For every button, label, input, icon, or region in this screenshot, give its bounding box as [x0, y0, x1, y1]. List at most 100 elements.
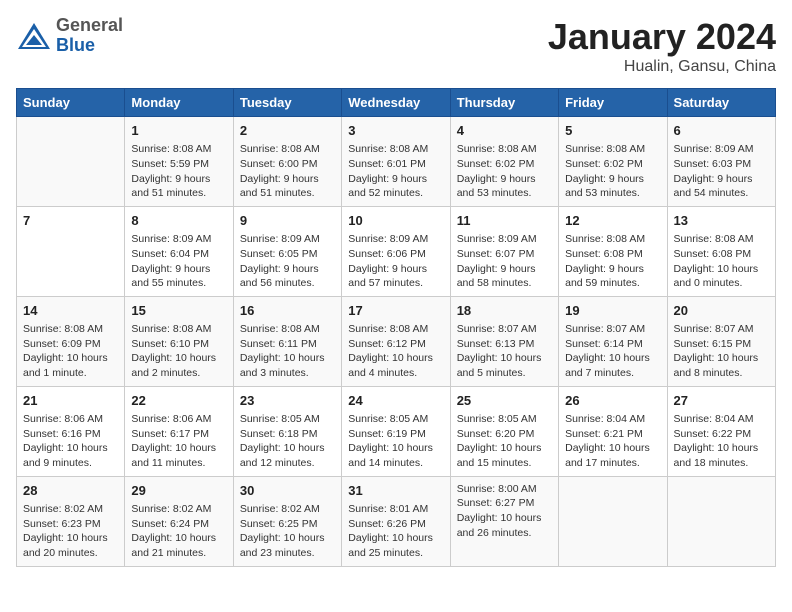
day-number: 21: [23, 392, 118, 410]
day-number: 28: [23, 482, 118, 500]
table-row: Sunrise: 8:00 AMSunset: 6:27 PMDaylight:…: [450, 476, 558, 566]
day-info: Sunrise: 8:00 AMSunset: 6:27 PMDaylight:…: [457, 482, 552, 541]
day-number: 18: [457, 302, 552, 320]
calendar-table: Sunday Monday Tuesday Wednesday Thursday…: [16, 88, 776, 567]
day-number: 17: [348, 302, 443, 320]
month-title: January 2024: [548, 16, 776, 58]
day-info: Sunrise: 8:06 AMSunset: 6:16 PMDaylight:…: [23, 412, 118, 471]
table-row: 9 Sunrise: 8:09 AMSunset: 6:05 PMDaylight…: [233, 206, 341, 296]
col-monday: Monday: [125, 89, 233, 117]
day-number: 31: [348, 482, 443, 500]
day-number: 4: [457, 122, 552, 140]
table-row: 18 Sunrise: 8:07 AMSunset: 6:13 PMDayligh…: [450, 296, 558, 386]
day-number: 13: [674, 212, 769, 230]
day-number: 14: [23, 302, 118, 320]
day-info: Sunrise: 8:07 AMSunset: 6:13 PMDaylight:…: [457, 322, 552, 381]
day-number: 11: [457, 212, 552, 230]
table-row: 26 Sunrise: 8:04 AMSunset: 6:21 PMDayligh…: [559, 386, 667, 476]
day-info: Sunrise: 8:08 AMSunset: 6:02 PMDaylight:…: [565, 142, 660, 201]
location: Hualin, Gansu, China: [548, 58, 776, 76]
table-row: 8 Sunrise: 8:09 AMSunset: 6:04 PMDaylight…: [125, 206, 233, 296]
day-number: 3: [348, 122, 443, 140]
day-number: 16: [240, 302, 335, 320]
day-info: Sunrise: 8:07 AMSunset: 6:15 PMDaylight:…: [674, 322, 769, 381]
day-number: 12: [565, 212, 660, 230]
table-row: 12 Sunrise: 8:08 AMSunset: 6:08 PMDayligh…: [559, 206, 667, 296]
table-row: 15 Sunrise: 8:08 AMSunset: 6:10 PMDayligh…: [125, 296, 233, 386]
day-number: 22: [131, 392, 226, 410]
day-info: Sunrise: 8:06 AMSunset: 6:17 PMDaylight:…: [131, 412, 226, 471]
day-number: 10: [348, 212, 443, 230]
table-row: [667, 476, 775, 566]
day-info: Sunrise: 8:09 AMSunset: 6:05 PMDaylight:…: [240, 232, 335, 291]
logo: General Blue: [16, 16, 123, 56]
day-info: Sunrise: 8:08 AMSunset: 6:08 PMDaylight:…: [565, 232, 660, 291]
table-row: 29Sunrise: 8:02 AMSunset: 6:24 PMDayligh…: [125, 476, 233, 566]
table-row: 17 Sunrise: 8:08 AMSunset: 6:12 PMDayligh…: [342, 296, 450, 386]
day-number: 25: [457, 392, 552, 410]
day-info: Sunrise: 8:08 AMSunset: 6:00 PMDaylight:…: [240, 142, 335, 201]
table-row: 13 Sunrise: 8:08 AMSunset: 6:08 PMDayligh…: [667, 206, 775, 296]
table-row: 14 Sunrise: 8:08 AMSunset: 6:09 PMDayligh…: [17, 296, 125, 386]
day-info: Sunrise: 8:08 AMSunset: 6:02 PMDaylight:…: [457, 142, 552, 201]
day-number: 6: [674, 122, 769, 140]
day-info: Sunrise: 8:08 AMSunset: 6:09 PMDaylight:…: [23, 322, 118, 381]
table-row: 10Sunrise: 8:09 AMSunset: 6:06 PMDayligh…: [342, 206, 450, 296]
calendar-week-row: 21 Sunrise: 8:06 AMSunset: 6:16 PMDayligh…: [17, 386, 776, 476]
day-info: Sunrise: 8:09 AMSunset: 6:07 PMDaylight:…: [457, 232, 552, 291]
table-row: 31Sunrise: 8:01 AMSunset: 6:26 PMDayligh…: [342, 476, 450, 566]
day-number: 24: [348, 392, 443, 410]
day-number: 26: [565, 392, 660, 410]
page-header: General Blue January 2024 Hualin, Gansu,…: [16, 16, 776, 76]
table-row: 3 Sunrise: 8:08 AMSunset: 6:01 PMDaylight…: [342, 117, 450, 207]
table-row: 11 Sunrise: 8:09 AMSunset: 6:07 PMDayligh…: [450, 206, 558, 296]
day-number: 8: [131, 212, 226, 230]
table-row: 5 Sunrise: 8:08 AMSunset: 6:02 PMDaylight…: [559, 117, 667, 207]
table-row: 4 Sunrise: 8:08 AMSunset: 6:02 PMDaylight…: [450, 117, 558, 207]
table-row: 30 Sunrise: 8:02 AMSunset: 6:25 PMDayligh…: [233, 476, 341, 566]
day-number: 23: [240, 392, 335, 410]
calendar-week-row: 1 Sunrise: 8:08 AMSunset: 5:59 PMDaylight…: [17, 117, 776, 207]
day-info: Sunrise: 8:02 AMSunset: 6:25 PMDaylight:…: [240, 502, 335, 561]
calendar-week-row: 14 Sunrise: 8:08 AMSunset: 6:09 PMDayligh…: [17, 296, 776, 386]
day-number: 20: [674, 302, 769, 320]
table-row: 21 Sunrise: 8:06 AMSunset: 6:16 PMDayligh…: [17, 386, 125, 476]
day-info: Sunrise: 8:09 AMSunset: 6:04 PMDaylight:…: [131, 232, 226, 291]
day-info: Sunrise: 8:08 AMSunset: 6:10 PMDaylight:…: [131, 322, 226, 381]
table-row: 2 Sunrise: 8:08 AMSunset: 6:00 PMDaylight…: [233, 117, 341, 207]
day-number: 1: [131, 122, 226, 140]
day-info: Sunrise: 8:08 AMSunset: 6:12 PMDaylight:…: [348, 322, 443, 381]
calendar-week-row: 78Sunrise: 8:09 AMSunset: 6:04 PMDayligh…: [17, 206, 776, 296]
calendar-header-row: Sunday Monday Tuesday Wednesday Thursday…: [17, 89, 776, 117]
day-info: Sunrise: 8:08 AMSunset: 6:08 PMDaylight:…: [674, 232, 769, 291]
calendar-week-row: 28Sunrise: 8:02 AMSunset: 6:23 PMDayligh…: [17, 476, 776, 566]
day-info: Sunrise: 8:08 AMSunset: 5:59 PMDaylight:…: [131, 142, 226, 201]
logo-text: General Blue: [56, 16, 123, 56]
day-info: Sunrise: 8:05 AMSunset: 6:19 PMDaylight:…: [348, 412, 443, 471]
table-row: 6 Sunrise: 8:09 AMSunset: 6:03 PMDaylight…: [667, 117, 775, 207]
col-saturday: Saturday: [667, 89, 775, 117]
day-number: 2: [240, 122, 335, 140]
table-row: 20 Sunrise: 8:07 AMSunset: 6:15 PMDayligh…: [667, 296, 775, 386]
table-row: 25Sunrise: 8:05 AMSunset: 6:20 PMDayligh…: [450, 386, 558, 476]
table-row: 28Sunrise: 8:02 AMSunset: 6:23 PMDayligh…: [17, 476, 125, 566]
title-block: January 2024 Hualin, Gansu, China: [548, 16, 776, 76]
logo-icon: [16, 21, 52, 51]
day-number: 5: [565, 122, 660, 140]
day-number: 30: [240, 482, 335, 500]
day-info: Sunrise: 8:08 AMSunset: 6:01 PMDaylight:…: [348, 142, 443, 201]
table-row: 23Sunrise: 8:05 AMSunset: 6:18 PMDayligh…: [233, 386, 341, 476]
logo-general: General: [56, 15, 123, 35]
day-info: Sunrise: 8:09 AMSunset: 6:03 PMDaylight:…: [674, 142, 769, 201]
day-info: Sunrise: 8:08 AMSunset: 6:11 PMDaylight:…: [240, 322, 335, 381]
table-row: 19Sunrise: 8:07 AMSunset: 6:14 PMDayligh…: [559, 296, 667, 386]
table-row: [559, 476, 667, 566]
day-info: Sunrise: 8:04 AMSunset: 6:21 PMDaylight:…: [565, 412, 660, 471]
day-number: 27: [674, 392, 769, 410]
day-number: 15: [131, 302, 226, 320]
col-wednesday: Wednesday: [342, 89, 450, 117]
col-sunday: Sunday: [17, 89, 125, 117]
day-number: 9: [240, 212, 335, 230]
col-friday: Friday: [559, 89, 667, 117]
day-info: Sunrise: 8:02 AMSunset: 6:24 PMDaylight:…: [131, 502, 226, 561]
